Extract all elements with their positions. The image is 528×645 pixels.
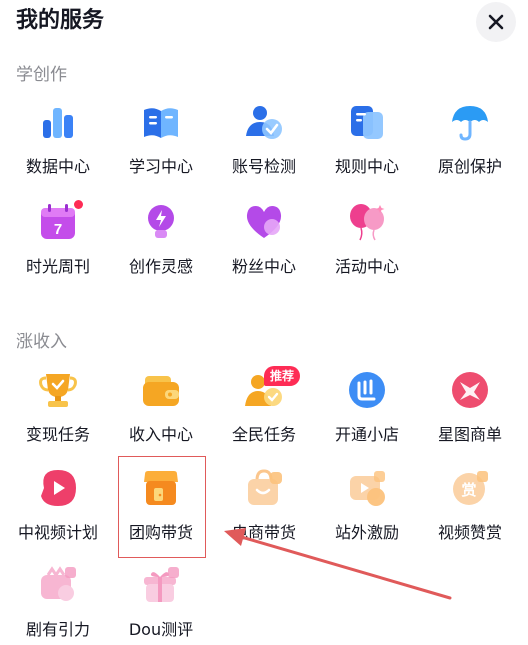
service-label: 星图商单 [437,425,502,444]
gift-box-icon [141,565,181,605]
service-label: 开通小店 [334,425,399,444]
shop-icon [347,370,387,410]
service-label: 电商带货 [231,523,296,542]
umbrella-icon [450,102,490,142]
service-label: 变现任务 [25,425,90,444]
star-map-icon [450,370,490,410]
service-label: 视频赞赏 [437,523,502,542]
service-drama-gravity[interactable]: 剧有引力 [8,565,108,645]
rules-doc-icon [347,102,387,142]
service-label: 全民任务 [231,425,296,444]
wallet-icon [141,370,181,410]
service-dou-review[interactable]: Dou测评 [111,565,211,645]
close-button[interactable] [476,2,516,42]
service-label: 收入中心 [128,425,193,444]
shopping-bag-icon [244,468,284,508]
service-star-map-order[interactable]: 星图商单 [420,370,520,450]
service-account-check[interactable]: 账号检测 [214,102,314,182]
reward-coin-icon: 赏 [450,468,490,508]
service-learning-center[interactable]: 学习中心 [111,102,211,182]
recommend-badge: 推荐 [264,366,301,386]
service-label: Dou测评 [128,620,194,639]
service-label: 活动中心 [334,257,399,276]
service-monetize-task[interactable]: 变现任务 [8,370,108,450]
page-title: 我的服务 [16,8,105,33]
external-reward-icon [347,468,387,508]
drama-gift-icon [38,565,78,605]
service-label: 中视频计划 [17,523,98,542]
service-mid-video-plan[interactable]: 中视频计划 [8,468,108,548]
service-label: 账号检测 [231,157,296,176]
service-income-center[interactable]: 收入中心 [111,370,211,450]
service-label: 原创保护 [437,157,502,176]
account-check-icon [244,102,284,142]
calendar-day: 7 [54,221,62,238]
section-title-income: 涨收入 [16,332,67,352]
service-national-task[interactable]: 推荐 全民任务 [214,366,314,450]
annotation-arrow [224,528,452,600]
service-fans-center[interactable]: 粉丝中心 [214,202,314,282]
book-icon [141,102,181,142]
lightbulb-icon [141,202,181,242]
service-creative-inspiration[interactable]: 创作灵感 [111,202,211,282]
heart-icon [244,202,284,242]
service-activity-center[interactable]: 活动中心 [317,202,417,282]
service-time-weekly[interactable]: 7 时光周刊 [8,200,108,282]
calendar-icon: 7 [38,202,78,242]
section-title-create: 学创作 [16,65,67,85]
service-external-incentive[interactable]: 站外激励 [317,468,417,548]
service-label: 时光周刊 [25,257,90,276]
trophy-icon [38,370,78,410]
service-original-protection[interactable]: 原创保护 [420,102,520,182]
close-icon [488,14,504,30]
service-ecommerce-sales[interactable]: 电商带货 [214,468,314,548]
balloons-icon [347,202,387,242]
service-label: 学习中心 [128,157,193,176]
service-label: 数据中心 [25,157,90,176]
header: 我的服务 [0,0,528,48]
service-open-shop[interactable]: 开通小店 [317,370,417,450]
notification-dot [74,200,83,209]
service-rules-center[interactable]: 规则中心 [317,102,417,182]
service-label: 规则中心 [334,157,399,176]
service-video-reward[interactable]: 赏 视频赞赏 [420,468,520,548]
service-label: 站外激励 [334,523,399,542]
service-label: 剧有引力 [25,620,90,639]
play-icon [38,468,78,508]
service-data-center[interactable]: 数据中心 [8,102,108,182]
service-label: 创作灵感 [128,257,193,276]
coin-text: 赏 [461,481,476,499]
highlight-box [118,456,206,558]
service-label: 粉丝中心 [231,257,296,276]
bar-chart-icon [38,102,78,142]
